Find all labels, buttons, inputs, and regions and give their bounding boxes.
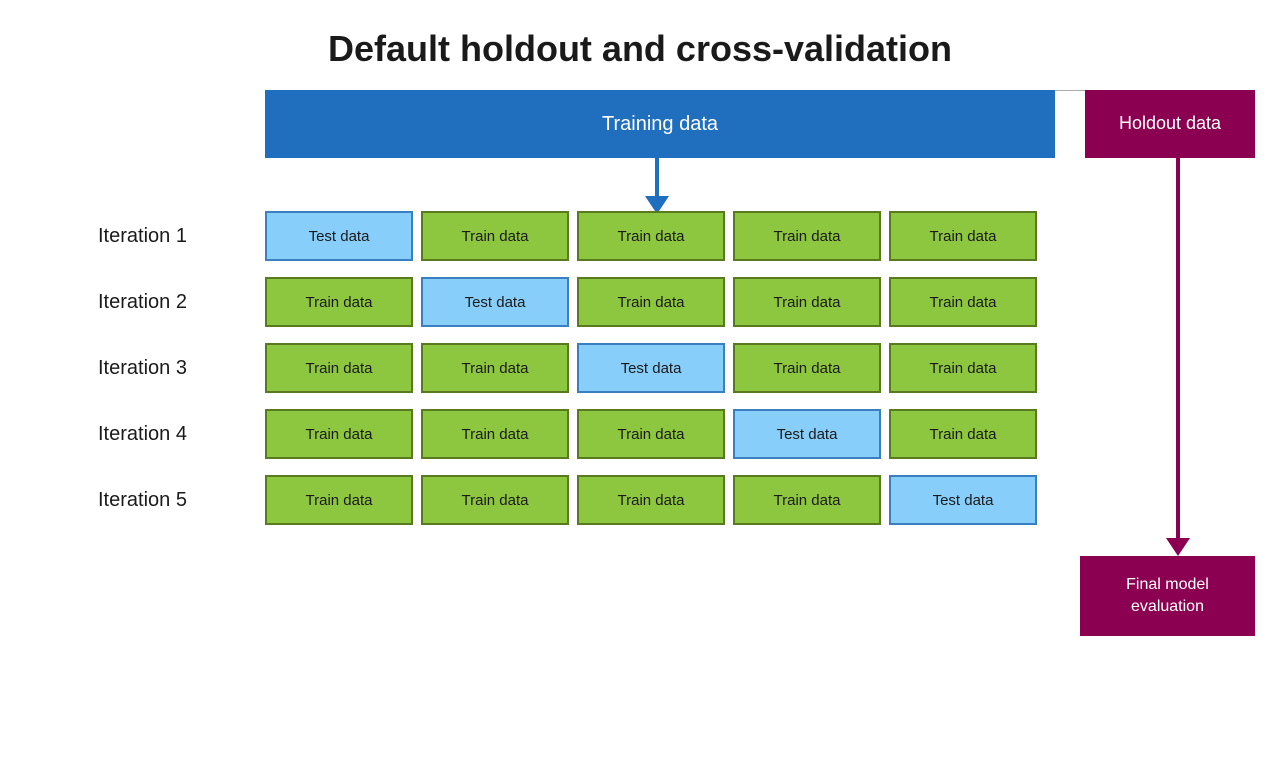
arrow-shaft xyxy=(655,158,659,196)
final-model-box: Final modelevaluation xyxy=(1080,556,1255,636)
iteration-cells-2: Train dataTest dataTrain dataTrain dataT… xyxy=(265,277,1037,327)
cell-5-2: Train data xyxy=(421,475,569,525)
cell-5-3: Train data xyxy=(577,475,725,525)
cell-4-3: Train data xyxy=(577,409,725,459)
cell-1-5: Train data xyxy=(889,211,1037,261)
cell-4-1: Train data xyxy=(265,409,413,459)
iteration-row-3: Iteration 3Train dataTrain dataTest data… xyxy=(90,342,1190,394)
cell-1-1: Test data xyxy=(265,211,413,261)
cell-5-5: Test data xyxy=(889,475,1037,525)
cell-4-2: Train data xyxy=(421,409,569,459)
cell-2-4: Train data xyxy=(733,277,881,327)
iteration-cells-1: Test dataTrain dataTrain dataTrain dataT… xyxy=(265,211,1037,261)
cell-2-3: Train data xyxy=(577,277,725,327)
cell-3-3: Test data xyxy=(577,343,725,393)
cell-1-3: Train data xyxy=(577,211,725,261)
diagram-container: Training data Holdout data Final modelev… xyxy=(90,90,1190,100)
training-bar: Training data xyxy=(265,90,1055,158)
training-bar-label: Training data xyxy=(602,113,718,136)
iteration-row-2: Iteration 2Train dataTest dataTrain data… xyxy=(90,276,1190,328)
holdout-bar-label: Holdout data xyxy=(1119,112,1221,135)
iteration-label-2: Iteration 2 xyxy=(90,291,265,314)
cell-4-5: Train data xyxy=(889,409,1037,459)
iteration-label-5: Iteration 5 xyxy=(90,489,265,512)
iterations-area: Iteration 1Test dataTrain dataTrain data… xyxy=(90,210,1190,540)
iteration-cells-4: Train dataTrain dataTrain dataTest dataT… xyxy=(265,409,1037,459)
cell-3-5: Train data xyxy=(889,343,1037,393)
iteration-label-1: Iteration 1 xyxy=(90,225,265,248)
iteration-label-4: Iteration 4 xyxy=(90,423,265,446)
cell-2-5: Train data xyxy=(889,277,1037,327)
cell-2-2: Test data xyxy=(421,277,569,327)
cell-4-4: Test data xyxy=(733,409,881,459)
page-title: Default holdout and cross-validation xyxy=(0,0,1280,90)
arrow-down-blue xyxy=(645,158,669,214)
cell-1-4: Train data xyxy=(733,211,881,261)
iteration-row-5: Iteration 5Train dataTrain dataTrain dat… xyxy=(90,474,1190,526)
iteration-row-1: Iteration 1Test dataTrain dataTrain data… xyxy=(90,210,1190,262)
cell-1-2: Train data xyxy=(421,211,569,261)
cell-2-1: Train data xyxy=(265,277,413,327)
cell-3-1: Train data xyxy=(265,343,413,393)
holdout-bar: Holdout data xyxy=(1085,90,1255,158)
iteration-row-4: Iteration 4Train dataTrain dataTrain dat… xyxy=(90,408,1190,460)
iteration-cells-3: Train dataTrain dataTest dataTrain dataT… xyxy=(265,343,1037,393)
iteration-label-3: Iteration 3 xyxy=(90,357,265,380)
cell-3-4: Train data xyxy=(733,343,881,393)
cell-3-2: Train data xyxy=(421,343,569,393)
purple-arrow-head xyxy=(1166,538,1190,556)
cell-5-1: Train data xyxy=(265,475,413,525)
cell-5-4: Train data xyxy=(733,475,881,525)
final-model-label: Final modelevaluation xyxy=(1126,574,1209,619)
iteration-cells-5: Train dataTrain dataTrain dataTrain data… xyxy=(265,475,1037,525)
